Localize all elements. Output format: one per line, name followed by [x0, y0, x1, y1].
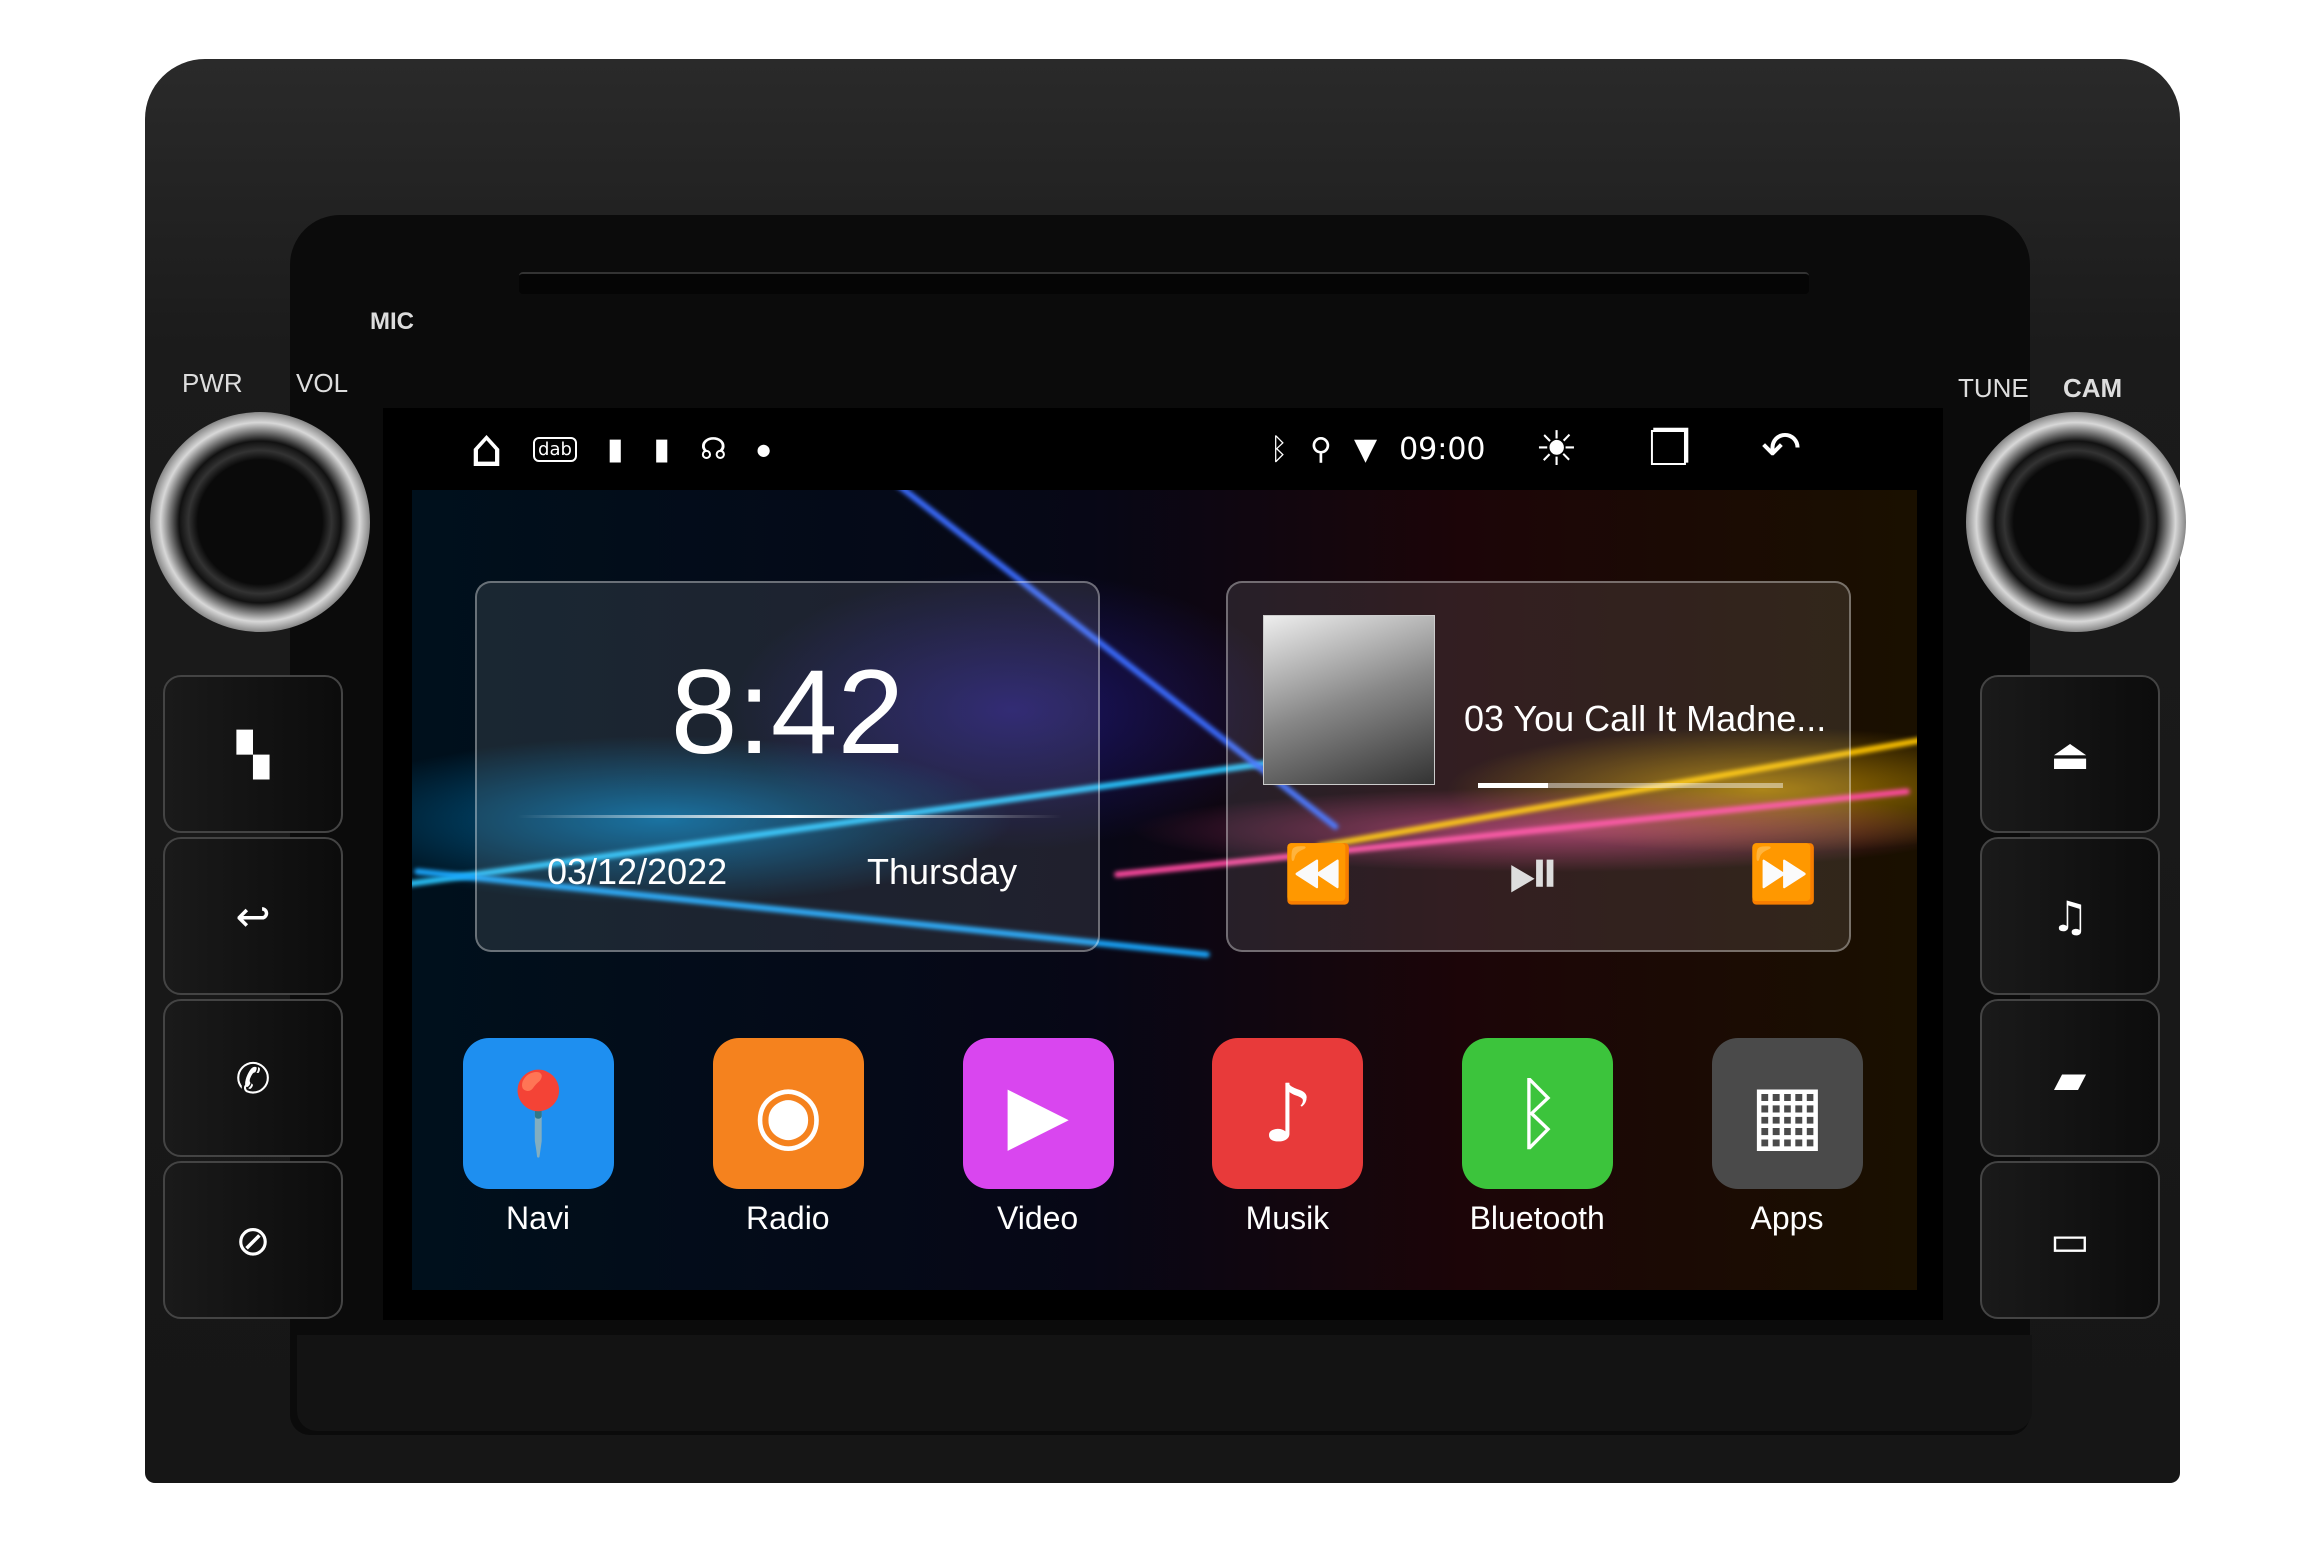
apps-grid-icon: ▦	[1749, 1067, 1826, 1160]
app-bluetooth[interactable]: ᛒ	[1462, 1038, 1614, 1189]
back-button[interactable]: ↩	[163, 837, 343, 995]
sd-card-icon: ▭	[2050, 1215, 2090, 1265]
bluetooth-icon: ᛒ	[1270, 431, 1288, 467]
home-icon[interactable]: ⌂	[470, 419, 503, 479]
lower-panel	[297, 1335, 2032, 1431]
app-video[interactable]: ▶	[962, 1038, 1114, 1189]
app-label: Video	[996, 1200, 1079, 1236]
clock-divider	[517, 815, 1062, 818]
mic-label: MIC	[370, 308, 414, 335]
apps-grid-button[interactable]: ▚	[163, 675, 343, 833]
cd-slot	[519, 272, 1809, 294]
navigation-icon: ⊘	[235, 1215, 271, 1265]
progress-fill	[1478, 783, 1549, 788]
track-title: 03 You Call It Madne...	[1464, 698, 1827, 739]
dab-icon: dab	[533, 436, 577, 462]
back-icon: ↩	[235, 891, 271, 941]
tune-label: TUNE	[1958, 373, 2029, 403]
album-art	[1263, 615, 1435, 785]
podcast-radio-icon: ◉	[753, 1067, 824, 1160]
play-pause-button[interactable]: ⏯	[1508, 833, 1561, 912]
app-apps[interactable]: ▦	[1712, 1038, 1863, 1189]
app-label: Musik	[1245, 1200, 1330, 1236]
cam-label: CAM	[2063, 373, 2123, 403]
app-label: Radio	[745, 1200, 830, 1236]
bluetooth-icon: ᛒ	[1513, 1067, 1562, 1160]
fast-forward-button[interactable]: ⏩	[1748, 841, 1818, 907]
radio-icon: ▰	[2053, 1053, 2087, 1103]
music-icon: ♫	[2051, 891, 2089, 941]
progress-bar[interactable]	[1478, 783, 1783, 788]
radio-button[interactable]: ▰	[1980, 999, 2160, 1157]
clock-widget[interactable]: 8:42 03/12/2022 Thursday	[475, 581, 1100, 952]
app-navi[interactable]: 📍	[463, 1038, 614, 1189]
sd-card-button[interactable]: ▭	[1980, 1161, 2160, 1319]
brightness-icon[interactable]: ☀	[1535, 421, 1578, 477]
tune-knob[interactable]	[1966, 412, 2186, 632]
phone-icon: ✆	[235, 1053, 271, 1103]
music-note-icon: ♪	[1262, 1067, 1314, 1160]
apps-grid-icon: ▚	[236, 729, 270, 779]
app-label: Bluetooth	[1469, 1200, 1605, 1236]
navigation-button[interactable]: ⊘	[163, 1161, 343, 1319]
location-icon: ⚲	[1310, 431, 1332, 467]
clock-weekday: Thursday	[867, 851, 1018, 892]
call-icon: ☊	[699, 431, 727, 467]
power-volume-knob[interactable]	[150, 412, 370, 632]
phone-button[interactable]: ✆	[163, 999, 343, 1157]
clock-date: 03/12/2022	[547, 851, 728, 892]
usb-icon: ▮	[653, 431, 670, 467]
music-button[interactable]: ♫	[1980, 837, 2160, 995]
rewind-button[interactable]: ⏪	[1283, 841, 1353, 907]
app-label: Apps	[1750, 1200, 1824, 1236]
music-widget[interactable]: 03 You Call It Madne... ⏪ ⏯ ⏩	[1226, 581, 1851, 952]
pwr-label: PWR	[182, 368, 243, 398]
usb-icon: ▮	[606, 431, 624, 467]
app-label: Navi	[505, 1200, 570, 1236]
eject-button[interactable]: ⏏	[1980, 675, 2160, 833]
dot-icon: ●	[756, 439, 771, 459]
eject-icon: ⏏	[2050, 729, 2090, 779]
app-musik[interactable]: ♪	[1212, 1038, 1364, 1189]
back-icon[interactable]: ↶	[1761, 421, 1801, 477]
recent-apps-icon[interactable]: ❐	[1648, 421, 1691, 477]
location-pin-icon: 📍	[488, 1066, 589, 1160]
play-icon: ▶	[1007, 1067, 1069, 1160]
app-radio[interactable]: ◉	[712, 1038, 864, 1189]
clock-time: 8:42	[670, 645, 905, 779]
vol-label: VOL	[296, 368, 349, 398]
wifi-icon: ▼	[1353, 431, 1378, 467]
status-time: 09:00	[1399, 431, 1486, 467]
